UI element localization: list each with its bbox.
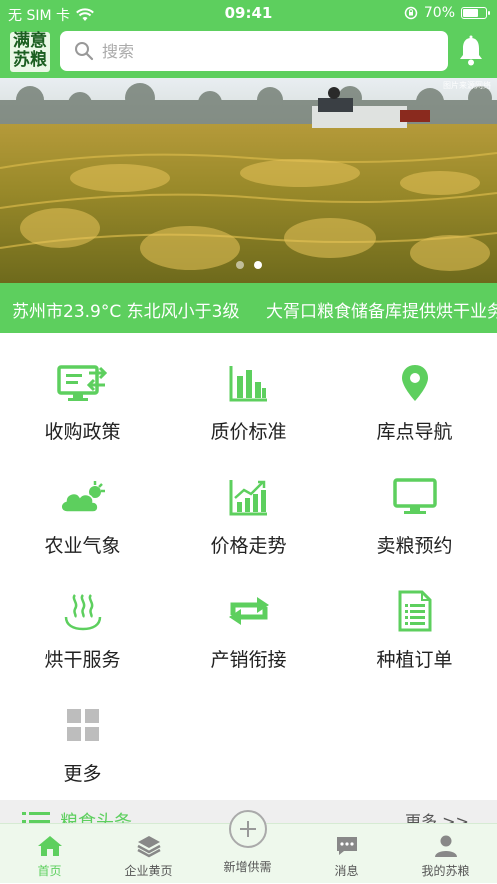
search-bar[interactable] <box>60 31 448 71</box>
menu-planting-order[interactable]: 种植订单 <box>332 561 497 675</box>
menu-production-sales[interactable]: 产销衔接 <box>166 561 331 675</box>
tab-messages[interactable]: 消息 <box>297 824 396 884</box>
menu-label: 更多 <box>63 763 102 785</box>
screen-appointment-icon <box>392 478 437 514</box>
weather-text: 苏州市23.9°C 东北风小于3级 <box>12 302 240 322</box>
status-right: 70% <box>404 5 490 21</box>
carousel-dot-active[interactable] <box>253 261 262 269</box>
plus-circle-icon <box>240 821 256 837</box>
menu-label: 卖粮预约 <box>376 535 453 557</box>
location-pin-icon <box>401 365 428 401</box>
menu-label: 质价标准 <box>210 421 287 443</box>
bell-icon[interactable] <box>456 35 486 67</box>
menu-depot-navigation[interactable]: 库点导航 <box>332 333 497 447</box>
carousel-dot[interactable] <box>235 261 244 269</box>
add-supply-button[interactable] <box>229 810 267 848</box>
menu-label: 烘干服务 <box>44 649 121 671</box>
weather-cloud-icon <box>60 481 105 513</box>
monitor-policy-icon <box>56 365 107 401</box>
info-ticker[interactable]: 苏州市23.9°C 东北风小于3级 大胥口粮食储备库提供烘干业务 <box>0 283 497 333</box>
menu-agri-weather[interactable]: 农业气象 <box>0 447 165 561</box>
message-icon <box>336 837 357 855</box>
notice-text: 大胥口粮食储备库提供烘干业务 <box>266 302 497 322</box>
search-icon <box>75 42 94 61</box>
app-logo[interactable]: 满意 苏粮 <box>10 32 50 72</box>
function-grid: 收购政策 质价标准 库点导航 农业气象 价格走势 卖粮预约 烘干服务 产销衔接 … <box>0 333 497 803</box>
menu-purchase-policy[interactable]: 收购政策 <box>0 333 165 447</box>
bottom-tab-bar: 首页 企业黄页 新增供需 消息 我的苏粮 <box>0 810 497 884</box>
status-bar: 无 SIM 卡 09:41 70% <box>0 0 497 26</box>
bar-chart-icon <box>229 366 267 402</box>
tab-label: 企业黄页 <box>124 864 173 878</box>
logo-line-1: 满意 <box>13 31 47 51</box>
battery-fill <box>463 9 478 17</box>
banner-image <box>0 78 497 283</box>
menu-price-trend[interactable]: 价格走势 <box>166 447 331 561</box>
banner-watermark: 图片来源网络 <box>443 81 491 90</box>
tab-label: 新增供需 <box>223 860 272 874</box>
tab-label: 首页 <box>37 864 62 878</box>
layers-icon <box>136 836 161 858</box>
user-icon <box>434 835 457 857</box>
exchange-arrows-icon <box>228 597 269 625</box>
app-header: 满意 苏粮 <box>0 26 497 78</box>
menu-quality-price[interactable]: 质价标准 <box>166 333 331 447</box>
tab-label: 消息 <box>334 864 359 878</box>
rotation-lock-icon <box>404 6 418 20</box>
menu-label: 库点导航 <box>376 421 453 443</box>
carousel-dots <box>0 261 497 269</box>
menu-label: 农业气象 <box>44 535 121 557</box>
grid-more-icon <box>66 709 99 741</box>
menu-label: 收购政策 <box>44 421 121 443</box>
document-order-icon <box>398 590 431 632</box>
menu-label: 产销衔接 <box>210 649 287 671</box>
tab-directory[interactable]: 企业黄页 <box>99 824 198 884</box>
search-input[interactable] <box>102 41 402 61</box>
menu-more[interactable]: 更多 <box>0 675 165 789</box>
home-icon <box>37 836 62 856</box>
menu-label: 种植订单 <box>376 649 453 671</box>
trend-chart-icon <box>229 480 267 516</box>
steam-drying-icon <box>64 594 101 631</box>
battery-percent: 70% <box>423 5 455 21</box>
tab-profile[interactable]: 我的苏粮 <box>396 824 495 884</box>
menu-drying-service[interactable]: 烘干服务 <box>0 561 165 675</box>
menu-label: 价格走势 <box>210 535 287 557</box>
banner-carousel[interactable]: 图片来源网络 <box>0 78 497 283</box>
tab-label: 我的苏粮 <box>421 864 470 878</box>
tab-home[interactable]: 首页 <box>0 824 99 884</box>
battery-icon <box>461 7 490 19</box>
logo-line-2: 苏粮 <box>13 50 47 70</box>
menu-sell-appointment[interactable]: 卖粮预约 <box>332 447 497 561</box>
